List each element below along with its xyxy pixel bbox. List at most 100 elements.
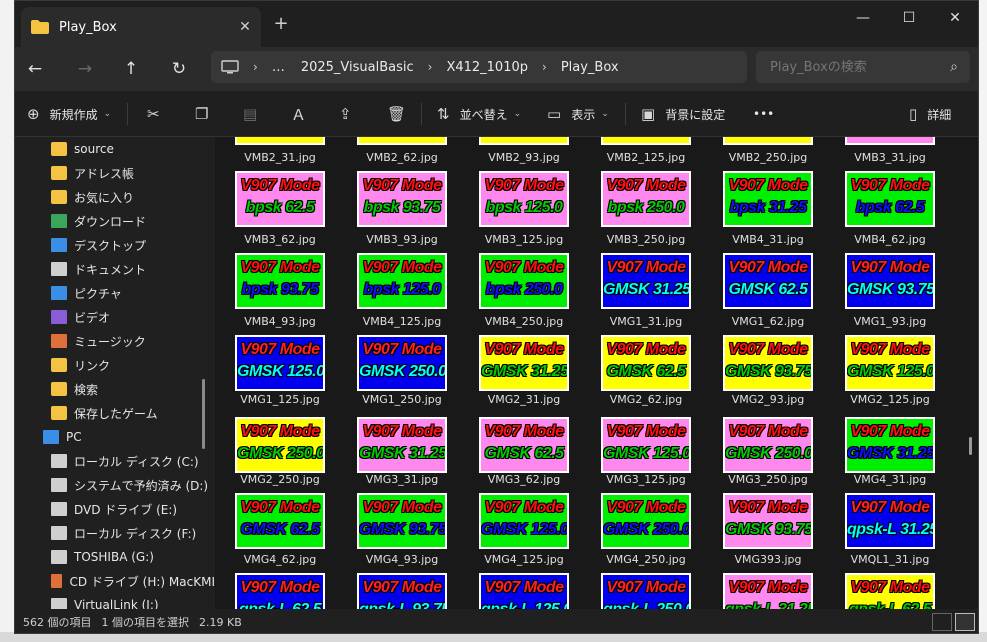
new-button[interactable]: ⊕ 新規作成 ⌄ (27, 101, 111, 127)
new-tab-button[interactable]: + (270, 13, 292, 35)
file-thumbnail[interactable] (845, 137, 935, 145)
file-thumbnail[interactable]: V907 Mode bpsk 62.5 (235, 171, 325, 227)
file-thumbnail[interactable]: V907 Mode GMSK 93.75 (723, 335, 813, 391)
file-thumbnail[interactable]: V907 Mode GMSK 31.25 (357, 417, 447, 473)
file-thumbnail[interactable] (235, 137, 325, 145)
file-thumbnail[interactable]: V907 Mode qpsk-L 62.5 (235, 573, 325, 609)
content-scrollbar[interactable] (969, 437, 972, 455)
file-thumbnail[interactable]: V907 Mode GMSK 125.0 (235, 335, 325, 391)
forward-button[interactable]: → (71, 55, 99, 83)
rename-button[interactable]: Ａ (291, 101, 316, 127)
file-thumbnail[interactable]: V907 Mode GMSK 125.0 (601, 417, 691, 473)
file-thumbnail[interactable] (357, 137, 447, 145)
refresh-button[interactable]: ↻ (165, 55, 193, 83)
more-options-button[interactable]: ••• (753, 101, 774, 127)
back-button[interactable]: ← (21, 55, 49, 83)
file-thumbnail[interactable]: V907 Mode GMSK 62.5 (235, 493, 325, 549)
file-thumbnail[interactable]: V907 Mode GMSK 93.75 (845, 253, 935, 309)
tab-play-box[interactable]: Play_Box ✕ (21, 7, 261, 47)
sidebar-item[interactable]: DVD ドライブ (E:) (15, 497, 215, 521)
file-thumbnail[interactable] (723, 137, 813, 145)
copy-button[interactable]: ❐ (195, 101, 218, 127)
search-box[interactable]: ⌕ (756, 51, 970, 83)
file-thumbnail[interactable]: V907 Mode qpsk-L 125.0 (479, 573, 569, 609)
file-thumbnail[interactable]: V907 Mode bpsk 250.0 (601, 171, 691, 227)
details-view-button[interactable] (932, 613, 952, 631)
sidebar-item[interactable]: ローカル ディスク (F:) (15, 521, 215, 545)
file-thumbnail[interactable]: V907 Mode GMSK 93.75 (723, 493, 813, 549)
sidebar-item[interactable]: ビデオ (15, 305, 215, 329)
breadcrumb-overflow[interactable]: … (272, 60, 285, 75)
file-thumbnail[interactable]: V907 Mode GMSK 250.0 (357, 335, 447, 391)
file-thumbnail[interactable]: V907 Mode GMSK 62.5 (723, 253, 813, 309)
file-thumbnail[interactable]: V907 Mode bpsk 93.75 (235, 253, 325, 309)
search-icon[interactable]: ⌕ (950, 59, 958, 75)
thumbnail-view-button[interactable] (955, 613, 975, 631)
sidebar-item[interactable]: 検索 (15, 377, 215, 401)
close-tab-icon[interactable]: ✕ (229, 19, 261, 35)
file-thumbnail[interactable]: V907 Mode GMSK 31.25 (479, 335, 569, 391)
file-thumbnail[interactable]: V907 Mode GMSK 250.0 (723, 417, 813, 473)
sidebar-item[interactable]: リンク (15, 353, 215, 377)
file-thumbnail[interactable]: V907 Mode bpsk 93.75 (357, 171, 447, 227)
sidebar-item[interactable]: ダウンロード (15, 209, 215, 233)
file-thumbnail[interactable]: V907 Mode GMSK 31.25 (601, 253, 691, 309)
thumbnail-line-1: V907 Mode (362, 499, 442, 516)
thumbnail-line-2: bpsk 62.5 (245, 199, 315, 216)
file-thumbnail[interactable]: V907 Mode bpsk 250.0 (479, 253, 569, 309)
file-thumbnail[interactable]: V907 Mode GMSK 31.25 (845, 417, 935, 473)
file-thumbnail[interactable] (601, 137, 691, 145)
sidebar-item[interactable]: 保存したゲーム (15, 401, 215, 425)
sidebar-item[interactable]: ミュージック (15, 329, 215, 353)
cut-button[interactable]: ✂ (147, 101, 170, 127)
file-thumbnail[interactable]: V907 Mode bpsk 125.0 (357, 253, 447, 309)
file-thumbnail[interactable]: V907 Mode GMSK 250.0 (601, 493, 691, 549)
sidebar-item[interactable]: VirtualLink (I:) (15, 593, 215, 609)
sidebar-scrollbar[interactable] (202, 379, 205, 449)
file-thumbnail[interactable]: V907 Mode qpsk-L 31.25 (723, 573, 813, 609)
details-button[interactable]: ▯ 詳細 (909, 101, 951, 127)
sidebar-item[interactable]: システムで予約済み (D:) (15, 473, 215, 497)
file-grid: VMB2_31.jpg VMB2_62.jpg VMB2_93.jpg VMB2_12… (215, 137, 978, 609)
maximize-button[interactable]: ☐ (887, 5, 931, 31)
sidebar-item[interactable]: ドキュメント (15, 257, 215, 281)
sidebar-item[interactable]: CD ドライブ (H:) MacKMI (15, 569, 215, 593)
breadcrumb-2025-visualbasic[interactable]: 2025_VisualBasic (301, 60, 414, 75)
sidebar-item[interactable]: ピクチャ (15, 281, 215, 305)
file-thumbnail[interactable]: V907 Mode GMSK 125.0 (845, 335, 935, 391)
file-thumbnail[interactable]: V907 Mode qpsk-L 250.0 (601, 573, 691, 609)
sidebar-item[interactable]: アドレス帳 (15, 161, 215, 185)
view-button[interactable]: ▭ 表示 ⌄ (547, 101, 609, 127)
share-button[interactable]: ⇪ (339, 101, 362, 127)
set-wallpaper-button[interactable]: ▣ 背景に設定 (641, 101, 725, 127)
address-bar[interactable]: › … 2025_VisualBasic › X412_1010p › Play… (211, 51, 747, 83)
breadcrumb-play-box[interactable]: Play_Box (561, 60, 619, 75)
sidebar-item[interactable]: デスクトップ (15, 233, 215, 257)
file-thumbnail[interactable]: V907 Mode bpsk 125.0 (479, 171, 569, 227)
file-thumbnail[interactable]: V907 Mode qpsk-L 93.75 (357, 573, 447, 609)
file-thumbnail[interactable]: V907 Mode GMSK 93.75 (357, 493, 447, 549)
sidebar-item[interactable]: お気に入り (15, 185, 215, 209)
search-input[interactable] (770, 59, 930, 75)
breadcrumb-x412-1010p[interactable]: X412_1010p (446, 60, 528, 75)
up-button[interactable]: ↑ (117, 55, 145, 83)
file-thumbnail[interactable]: V907 Mode qpsk-L 62.5 (845, 573, 935, 609)
paste-button[interactable]: ▤ (243, 101, 267, 127)
close-window-button[interactable]: ✕ (933, 5, 977, 31)
file-thumbnail[interactable]: V907 Mode qpsk-L 31.25 (845, 493, 935, 549)
sidebar-item[interactable]: source (15, 137, 215, 161)
file-thumbnail[interactable] (479, 137, 569, 145)
file-thumbnail[interactable]: V907 Mode GMSK 62.5 (601, 335, 691, 391)
sidebar-item[interactable]: ローカル ディスク (C:) (15, 449, 215, 473)
minimize-button[interactable]: — (841, 5, 885, 31)
file-thumbnail[interactable]: V907 Mode bpsk 62.5 (845, 171, 935, 227)
file-thumbnail[interactable]: V907 Mode GMSK 62.5 (479, 417, 569, 473)
thumbnail-line-2: GMSK 250.0 (603, 521, 691, 538)
delete-button[interactable]: 🗑 (387, 101, 416, 127)
sidebar-item[interactable]: TOSHIBA (G:) (15, 545, 215, 569)
file-thumbnail[interactable]: V907 Mode GMSK 250.0 (235, 417, 325, 473)
file-thumbnail[interactable]: V907 Mode bpsk 31.25 (723, 171, 813, 227)
sidebar-item[interactable]: PC (15, 425, 215, 449)
sort-button[interactable]: ⇅ 並べ替え ⌄ (437, 101, 521, 127)
file-thumbnail[interactable]: V907 Mode GMSK 125.0 (479, 493, 569, 549)
